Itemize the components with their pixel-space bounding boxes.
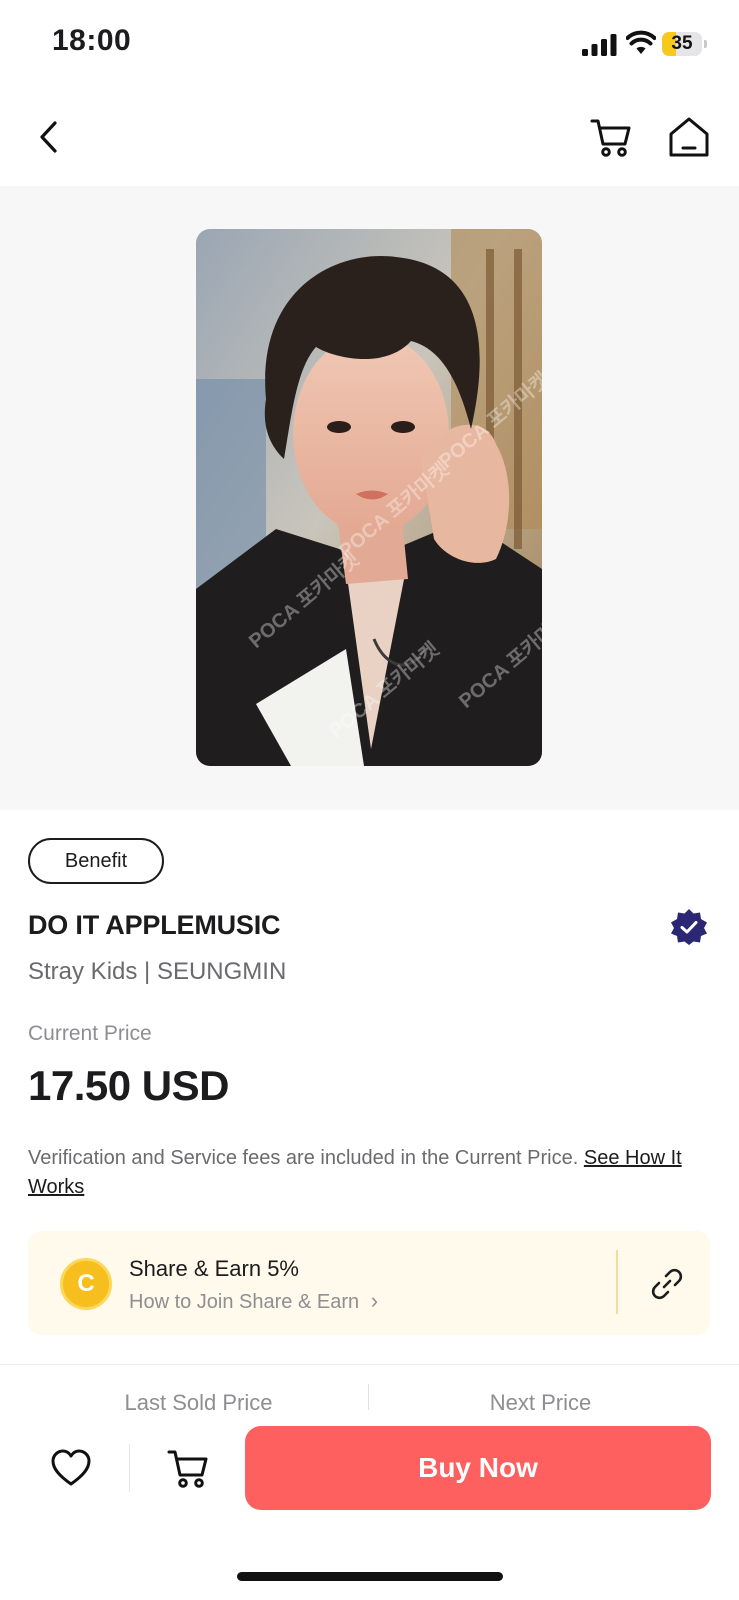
section-divider xyxy=(0,1364,739,1365)
verified-badge-icon xyxy=(671,909,707,945)
back-button[interactable] xyxy=(24,112,74,162)
benefit-badge[interactable]: Benefit xyxy=(28,838,164,884)
coin-icon: C xyxy=(60,1258,112,1310)
photocard-illustration: POCA 포카마켓 POCA 포카마켓 POCA 포카마켓 POCA 포카마켓 … xyxy=(196,229,542,766)
current-price-label: Current Price xyxy=(28,1022,152,1045)
share-earn-subtitle[interactable]: How to Join Share & Earn › xyxy=(129,1288,378,1314)
battery-indicator: 35 xyxy=(662,32,707,56)
fee-note-text: Verification and Service fees are includ… xyxy=(28,1147,579,1169)
copy-link-button[interactable] xyxy=(645,1262,689,1306)
home-icon xyxy=(669,117,709,157)
home-indicator[interactable] xyxy=(237,1572,503,1581)
share-earn-subtitle-text: How to Join Share & Earn xyxy=(129,1291,360,1313)
share-earn-card[interactable] xyxy=(28,1231,710,1335)
cart-button[interactable] xyxy=(586,112,636,162)
wishlist-button[interactable] xyxy=(45,1442,97,1494)
heart-icon xyxy=(51,1449,91,1486)
chevron-left-icon xyxy=(40,121,57,153)
link-icon xyxy=(651,1268,683,1300)
signal-icon xyxy=(582,34,617,56)
home-button[interactable] xyxy=(664,112,714,162)
share-earn-title: Share & Earn 5% xyxy=(129,1256,299,1281)
chevron-right-icon: › xyxy=(370,1288,379,1313)
photocard-image[interactable]: POCA 포카마켓 POCA 포카마켓 POCA 포카마켓 POCA 포카마켓 … xyxy=(196,229,542,766)
product-title: DO IT APPLEMUSIC xyxy=(28,910,281,940)
add-to-cart-button[interactable] xyxy=(162,1442,214,1494)
buy-now-button[interactable]: Buy Now xyxy=(245,1426,711,1510)
artist-name: Stray Kids | SEUNGMIN xyxy=(28,958,287,985)
cart-icon xyxy=(590,119,631,157)
cart-icon xyxy=(167,1450,208,1488)
status-time: 18:00 xyxy=(52,24,132,57)
wifi-icon xyxy=(626,30,656,54)
battery-level: 35 xyxy=(671,33,693,54)
current-price: 17.50 USD xyxy=(28,1062,229,1109)
bottom-bar-divider xyxy=(129,1444,130,1492)
fee-note: Verification and Service fees are includ… xyxy=(28,1144,718,1202)
share-divider xyxy=(616,1250,618,1314)
